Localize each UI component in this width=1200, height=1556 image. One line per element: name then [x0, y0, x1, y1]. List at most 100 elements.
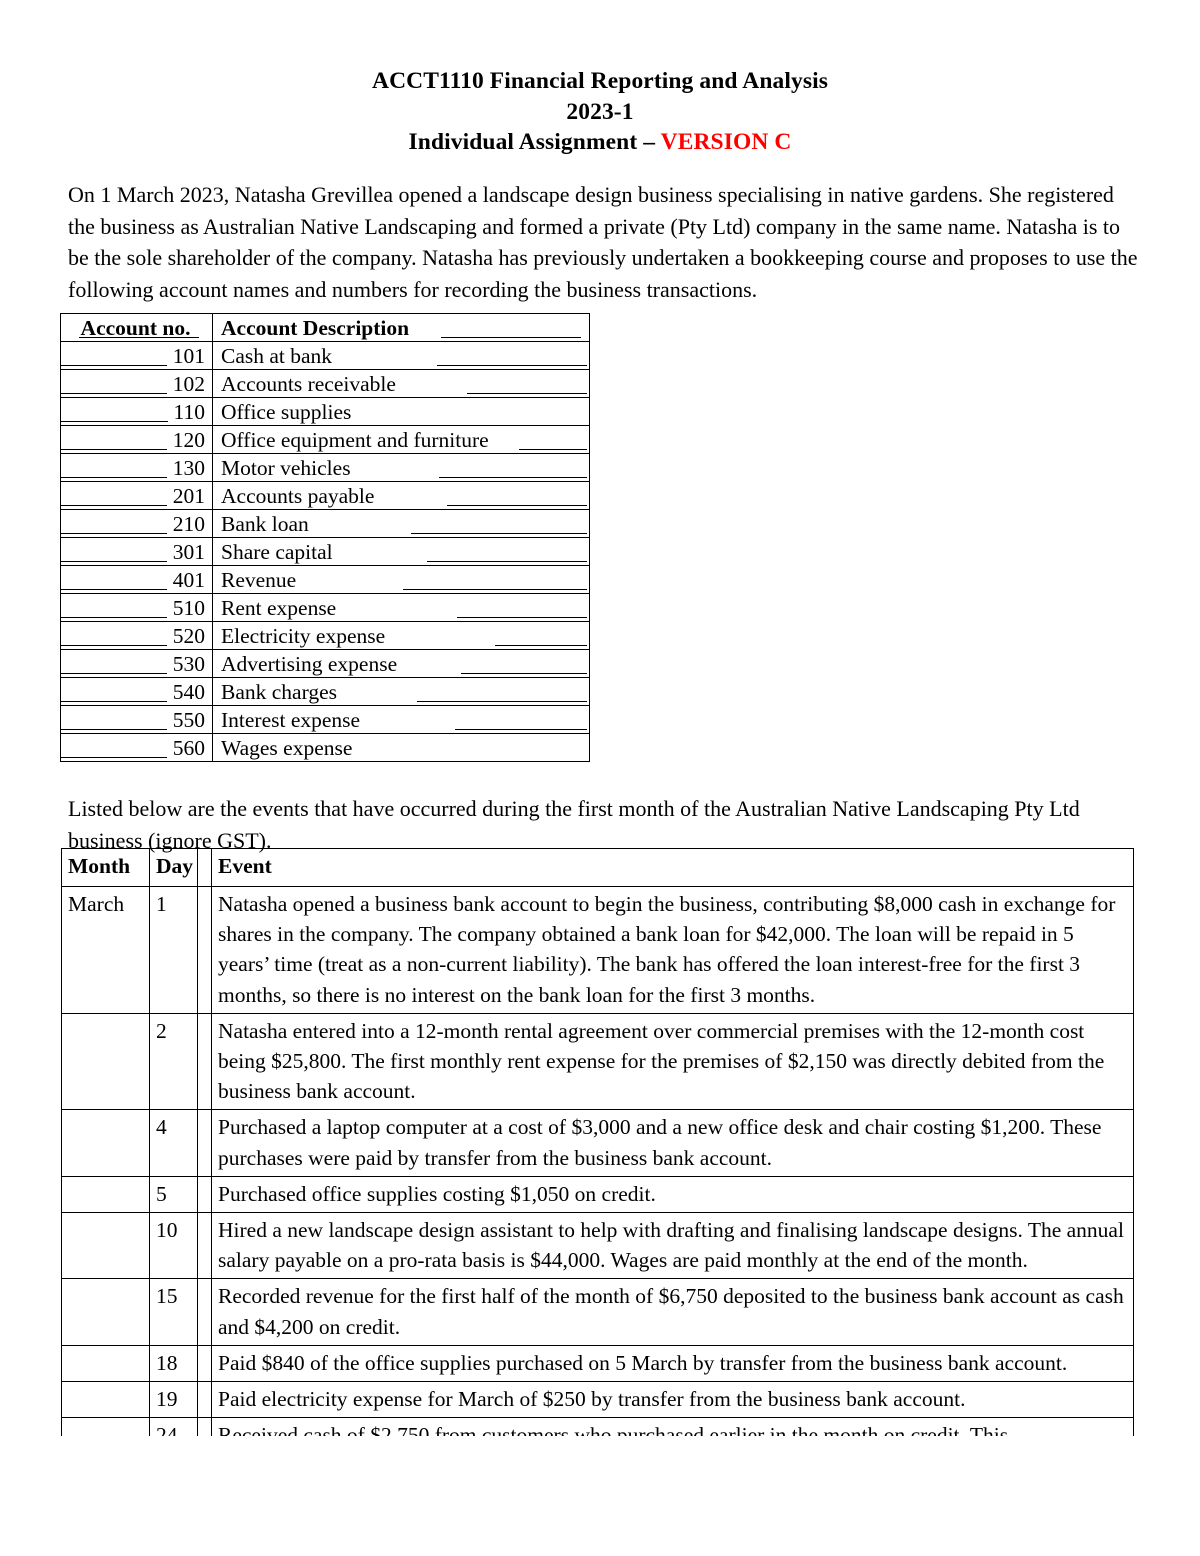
accounts-table-header-row: Account no. Account Description	[60, 313, 590, 342]
event-description-cell: Purchased office supplies costing $1,050…	[211, 1175, 1134, 1214]
intro-paragraph: On 1 March 2023, Natasha Grevillea opene…	[68, 182, 1138, 302]
listed-events-paragraph: Listed below are the events that have oc…	[68, 796, 1080, 853]
account-description-cell: Advertising expense	[212, 649, 590, 678]
assignment-label: Individual Assignment –	[408, 129, 661, 156]
underline-artifact	[61, 729, 167, 730]
underline-artifact	[61, 365, 167, 366]
account-number-cell: 530	[60, 649, 213, 678]
account-number-cell: 201	[60, 481, 213, 510]
accounts-table-row: 510 Rent expense	[60, 593, 590, 622]
underline-artifact	[417, 701, 587, 702]
events-table-row: 18 Paid $840 of the office supplies purch…	[61, 1344, 1134, 1383]
events-header-day: Day	[149, 848, 198, 887]
page-bottom-margin	[0, 1436, 1200, 1556]
underline-artifact	[61, 617, 167, 618]
underline-artifact	[403, 589, 587, 590]
account-description-cell: Bank charges	[212, 677, 590, 706]
accounts-table-row: 110 Office supplies	[60, 397, 590, 426]
account-number-cell: 550	[60, 705, 213, 734]
event-spacer-cell	[197, 1109, 212, 1177]
event-spacer-cell	[197, 1381, 212, 1419]
event-day-cell: 4	[149, 1109, 198, 1177]
account-number-cell: 210	[60, 509, 213, 538]
version-label: VERSION C	[660, 129, 792, 156]
event-spacer-cell	[197, 1344, 212, 1383]
event-day-cell: 1	[149, 886, 198, 1014]
underline-artifact	[61, 477, 167, 478]
account-number-cell: 102	[60, 369, 213, 398]
accounts-table-container: Account no. Account Description 101 Cash at…	[60, 313, 590, 762]
accounts-table-row: 560 Wages expense	[60, 733, 590, 762]
event-day-cell: 5	[149, 1175, 198, 1214]
underline-artifact	[427, 561, 587, 562]
underline-artifact	[411, 533, 587, 534]
account-description-cell: Interest expense	[212, 705, 590, 734]
account-description-cell: Cash at bank	[212, 341, 590, 370]
accounts-table-row: 120 Office equipment and furniture	[60, 425, 590, 454]
account-description-cell: Office equipment and furniture	[212, 425, 590, 454]
underline-artifact	[441, 337, 581, 338]
event-month-cell	[61, 1278, 150, 1346]
underline-artifact	[447, 505, 587, 506]
events-table-row: 2 Natasha entered into a 12-month rental …	[61, 1012, 1134, 1111]
events-header-month: Month	[61, 848, 150, 887]
event-month-cell	[61, 1344, 150, 1383]
events-table-row: 19 Paid electricity expense for March of …	[61, 1381, 1134, 1419]
event-day-cell: 19	[149, 1381, 198, 1419]
account-description-cell: Office supplies	[212, 397, 590, 426]
events-table-row: 4 Purchased a laptop computer at a cost o…	[61, 1109, 1134, 1177]
accounts-table-row: 550 Interest expense	[60, 705, 590, 734]
accounts-table-row: 530 Advertising expense	[60, 649, 590, 678]
account-description-cell: Electricity expense	[212, 621, 590, 650]
underline-artifact	[455, 729, 587, 730]
underline-artifact	[437, 365, 587, 366]
event-month-cell	[61, 1175, 150, 1214]
events-header-spacer	[197, 848, 212, 887]
event-spacer-cell	[197, 1175, 212, 1214]
account-number-cell: 540	[60, 677, 213, 706]
events-table-row: 15 Recorded revenue for the first half of…	[61, 1278, 1134, 1346]
underline-artifact	[61, 449, 167, 450]
accounts-table-row: 540 Bank charges	[60, 677, 590, 706]
underline-artifact	[61, 421, 168, 422]
event-spacer-cell	[197, 1012, 212, 1111]
events-table-row: 5 Purchased office supplies costing $1,05…	[61, 1175, 1134, 1214]
events-table-header-row: Month Day Event	[61, 848, 1134, 887]
account-description-cell: Accounts receivable	[212, 369, 590, 398]
account-number-cell: 520	[60, 621, 213, 650]
underline-artifact	[61, 393, 167, 394]
accounts-table-row: 102 Accounts receivable	[60, 369, 590, 398]
accounts-table-row: 520 Electricity expense	[60, 621, 590, 650]
account-number-cell: 510	[60, 593, 213, 622]
account-number-cell: 101	[60, 341, 213, 370]
underline-artifact	[79, 337, 199, 338]
underline-artifact	[61, 645, 167, 646]
document-title-block: ACCT1110 Financial Reporting and Analysi…	[0, 66, 1200, 158]
underline-artifact	[61, 673, 167, 674]
events-table-container: Month Day Event March 1 Natasha opened a busi…	[61, 848, 1134, 1455]
account-description-cell: Rent expense	[212, 593, 590, 622]
accounts-table-row: 210 Bank loan	[60, 509, 590, 538]
account-number-cell: 120	[60, 425, 213, 454]
underline-artifact	[495, 645, 587, 646]
event-spacer-cell	[197, 1212, 212, 1280]
accounts-table-row: 201 Accounts payable	[60, 481, 590, 510]
accounts-header-account-no: Account no.	[60, 313, 213, 342]
event-description-cell: Natasha opened a business bank account t…	[211, 886, 1134, 1014]
event-description-cell: Recorded revenue for the first half of t…	[211, 1278, 1134, 1346]
accounts-table-row: 101 Cash at bank	[60, 341, 590, 370]
events-table-row: March 1 Natasha opened a business bank acc…	[61, 886, 1134, 1014]
event-day-cell: 15	[149, 1278, 198, 1346]
account-description-cell: Share capital	[212, 537, 590, 566]
account-description-cell: Revenue	[212, 565, 590, 594]
event-month-cell	[61, 1212, 150, 1280]
underline-artifact	[519, 449, 587, 450]
event-day-cell: 10	[149, 1212, 198, 1280]
title-line-1: ACCT1110 Financial Reporting and Analysi…	[372, 68, 828, 94]
event-description-cell: Paid $840 of the office supplies purchas…	[211, 1344, 1134, 1383]
event-spacer-cell	[197, 1278, 212, 1346]
account-description-cell: Motor vehicles	[212, 453, 590, 482]
underline-artifact	[61, 561, 167, 562]
events-header-event: Event	[211, 848, 1134, 887]
event-spacer-cell	[197, 886, 212, 1014]
